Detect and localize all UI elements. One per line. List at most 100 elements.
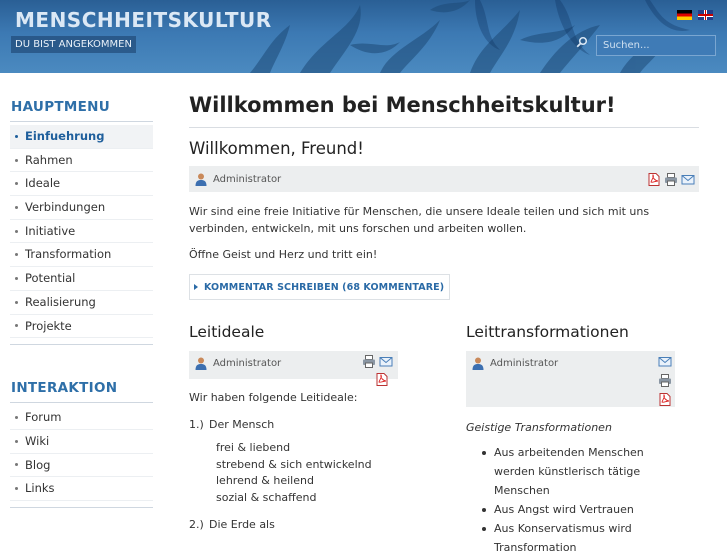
article-actions — [647, 173, 695, 186]
pdf-icon[interactable] — [375, 373, 389, 386]
bullet-icon — [15, 276, 18, 280]
item-label: Der Mensch — [209, 418, 275, 431]
email-icon[interactable] — [379, 355, 393, 368]
site-header: MENSCHHEITSKULTUR DU BIST ANGEKOMMEN — [0, 0, 727, 73]
sidebar: HAUPTMENU Einfuehrung Rahmen Ideale Verb… — [10, 90, 153, 508]
leitideale-actions — [362, 355, 393, 368]
sidebar-item-label: Initiative — [25, 223, 76, 238]
leitideale-column: Leitideale Administrator Wir haben folge… — [189, 323, 398, 533]
sidebar-item-label: Verbindungen — [25, 200, 106, 215]
comment-button[interactable]: KOMMENTAR SCHREIBEN (68 KOMMENTARE) — [189, 274, 451, 300]
user-icon — [195, 173, 207, 186]
sidebar-item-rahmen[interactable]: Rahmen — [10, 149, 153, 173]
sidebar-item-wiki[interactable]: Wiki — [10, 430, 153, 454]
list-item: lehrend & heilend — [216, 474, 314, 487]
leitideale-item-1: 1.) Der Mensch — [189, 416, 398, 433]
intro-paragraph: Wir sind eine freie Initiative für Mensc… — [189, 205, 650, 235]
list-item: Aus Angst wird Vertrauen — [466, 500, 675, 519]
bullet-icon — [15, 158, 18, 162]
list-item: sozial & schaffend — [216, 490, 317, 504]
main-menu-title: HAUPTMENU — [10, 90, 153, 122]
site-title[interactable]: MENSCHHEITSKULTUR — [15, 8, 272, 32]
item-number: 1.) — [189, 418, 204, 431]
sidebar-item-label: Projekte — [25, 318, 72, 333]
leittransformationen-column: Leittransformationen Administrator Geist… — [466, 323, 675, 557]
welcome-paragraph: Öffne Geist und Herz und tritt ein! — [189, 248, 378, 261]
pdf-icon[interactable] — [647, 173, 661, 186]
leittransformationen-meta-bar: Administrator — [466, 351, 675, 407]
list-item: Aus Konservatismus wird Transformation — [466, 519, 675, 557]
sidebar-item-links[interactable]: Links — [10, 477, 153, 501]
english-flag-icon[interactable] — [698, 10, 713, 20]
interaction-menu-title: INTERAKTION — [10, 371, 153, 404]
main-menu: Einfuehrung Rahmen Ideale Verbindungen I… — [10, 125, 153, 339]
german-flag-icon[interactable] — [677, 10, 692, 20]
sidebar-item-projekte[interactable]: Projekte — [10, 315, 153, 339]
author: Administrator — [471, 356, 558, 370]
leitideale-title[interactable]: Leitideale — [189, 323, 398, 341]
bullet-icon — [15, 487, 18, 491]
leitideale-item-2: 2.) Die Erde als — [189, 516, 398, 533]
sidebar-item-blog[interactable]: Blog — [10, 454, 153, 478]
email-icon[interactable] — [681, 173, 695, 186]
sidebar-item-realisierung[interactable]: Realisierung — [10, 291, 153, 315]
leitideale-sublist: frei & liebend strebend & sich entwickel… — [216, 440, 398, 506]
author: Administrator — [194, 356, 281, 370]
interaction-menu: Forum Wiki Blog Links — [10, 406, 153, 501]
sidebar-item-potential[interactable]: Potential — [10, 267, 153, 291]
sidebar-item-label: Blog — [25, 457, 51, 472]
search-input[interactable] — [596, 35, 716, 56]
article-meta-bar: Administrator — [189, 166, 699, 192]
bullet-icon — [15, 134, 18, 138]
sidebar-item-forum[interactable]: Forum — [10, 406, 153, 430]
print-icon[interactable] — [664, 173, 678, 186]
sidebar-item-label: Realisierung — [25, 294, 96, 309]
bullet-icon — [15, 463, 18, 467]
sidebar-item-label: Transformation — [25, 247, 112, 262]
sidebar-item-ideale[interactable]: Ideale — [10, 172, 153, 197]
transformation-list: Aus arbeitenden Menschen werden künstler… — [466, 443, 675, 557]
sidebar-divider — [10, 506, 153, 508]
user-icon — [472, 357, 484, 370]
bullet-icon — [15, 439, 18, 443]
author-name: Administrator — [213, 357, 282, 369]
list-item: frei & liebend — [216, 441, 291, 454]
comment-link[interactable]: KOMMENTAR SCHREIBEN (68 KOMMENTARE) — [204, 282, 444, 293]
sidebar-item-label: Links — [25, 481, 55, 496]
sidebar-item-verbindungen[interactable]: Verbindungen — [10, 196, 153, 220]
pdf-icon[interactable] — [658, 393, 672, 406]
bullet-icon — [15, 205, 18, 209]
search-icon — [576, 36, 588, 48]
sidebar-item-transformation[interactable]: Transformation — [10, 243, 153, 268]
title-divider — [189, 127, 699, 128]
item-number: 2.) — [189, 518, 204, 531]
author-name: Administrator — [213, 173, 282, 185]
bullet-icon — [15, 182, 18, 186]
language-switcher — [677, 10, 713, 20]
leittransformationen-title[interactable]: Leittransformationen — [466, 323, 675, 341]
sidebar-item-label: Forum — [25, 410, 62, 425]
leitideale-intro: Wir haben folgende Leitideale: — [189, 391, 358, 404]
site-tagline: DU BIST ANGEKOMMEN — [11, 36, 136, 53]
list-item: strebend & sich entwickelnd — [216, 457, 372, 471]
sidebar-item-initiative[interactable]: Initiative — [10, 220, 153, 244]
print-icon[interactable] — [362, 355, 376, 368]
page-title: Willkommen bei Menschheitskultur! — [189, 93, 616, 117]
transformation-subtitle: Geistige Transformationen — [466, 421, 612, 434]
list-item: Aus arbeitenden Menschen werden künstler… — [466, 443, 675, 500]
bullet-icon — [15, 324, 18, 328]
author-name: Administrator — [490, 357, 559, 369]
sidebar-item-label: Einfuehrung — [25, 129, 105, 143]
sidebar-item-einfuehrung[interactable]: Einfuehrung — [10, 125, 153, 149]
sidebar-item-label: Wiki — [25, 433, 50, 448]
print-icon[interactable] — [658, 374, 672, 387]
bullet-icon — [15, 229, 18, 233]
sidebar-item-label: Potential — [25, 271, 76, 286]
item-label: Die Erde als — [209, 518, 275, 531]
user-icon — [195, 357, 207, 370]
leitideale-meta-bar: Administrator — [189, 351, 398, 386]
bullet-icon — [15, 416, 18, 420]
article-title[interactable]: Willkommen, Freund! — [189, 139, 699, 158]
sidebar-item-label: Rahmen — [25, 152, 73, 167]
email-icon[interactable] — [658, 355, 672, 368]
